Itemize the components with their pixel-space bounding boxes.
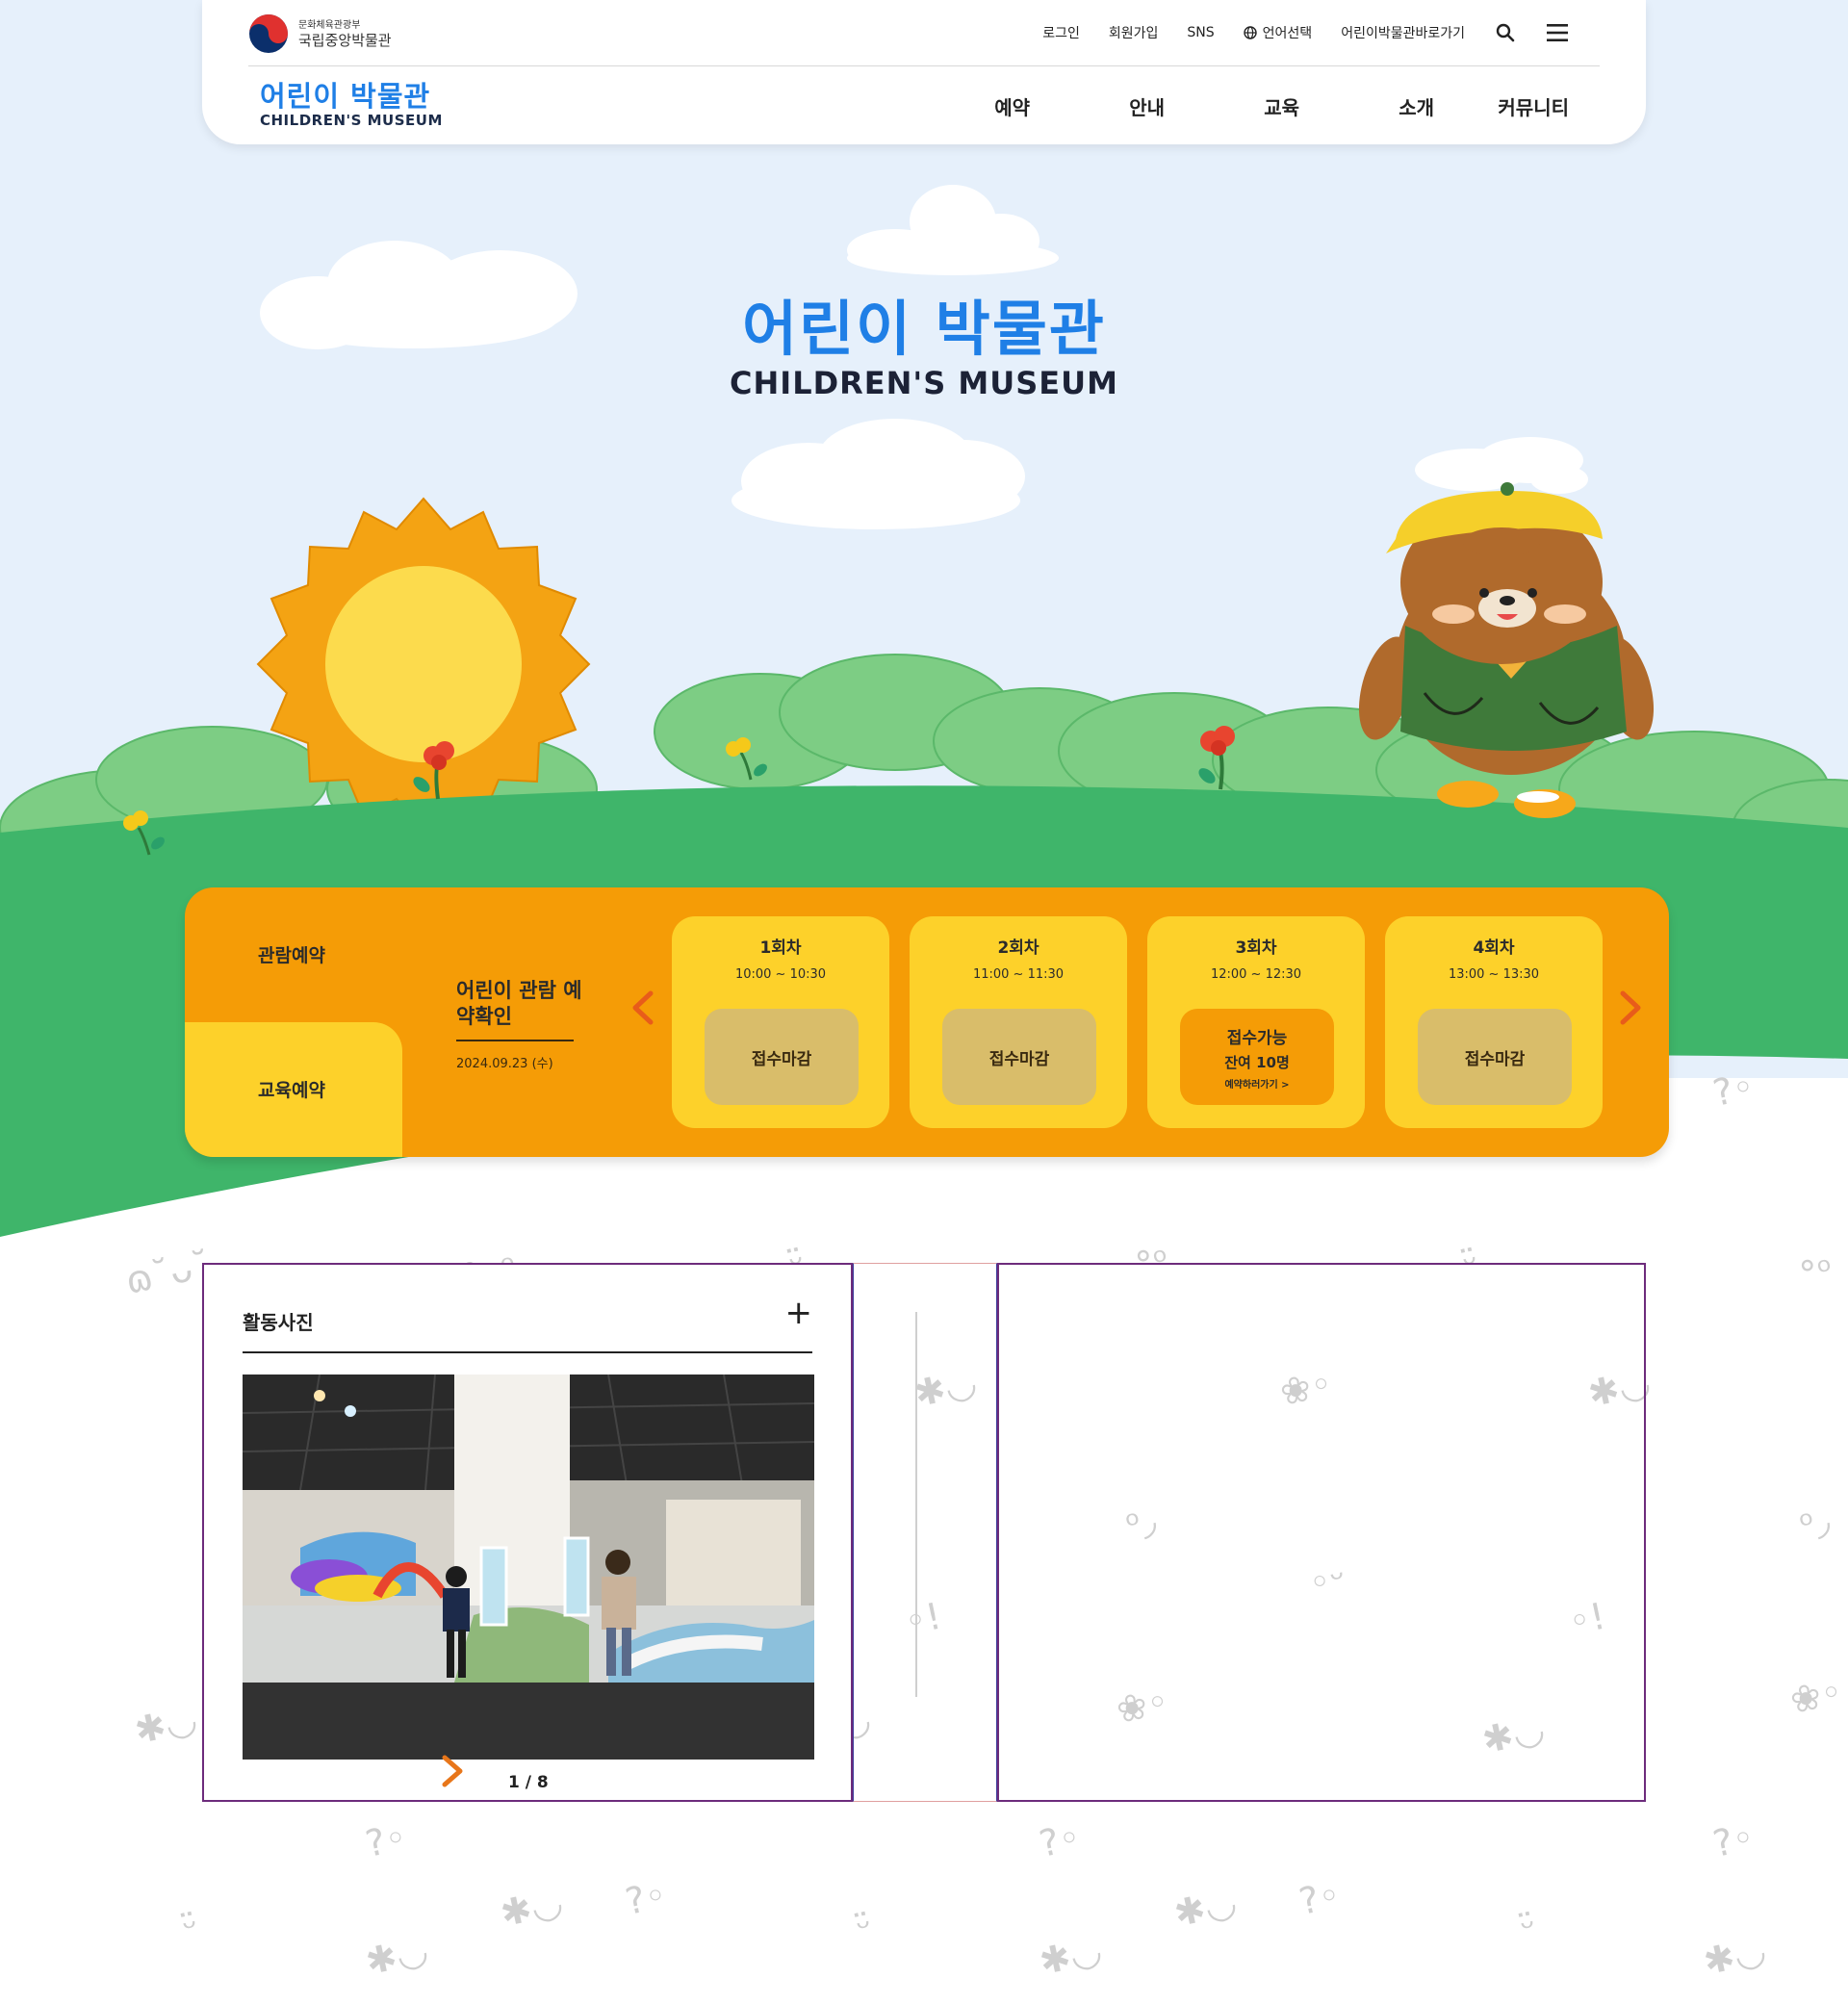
session-time: 11:00 ~ 11:30	[972, 967, 1065, 982]
main-nav: 예약 안내 교육 소개 커뮤니티	[895, 92, 1569, 120]
session-card: 3회차 12:00 ~ 12:30 접수가능 잔여 10명 예약하러가기 >	[1147, 916, 1365, 1128]
hero-title-korean: 어린이 박물관	[742, 294, 1106, 364]
right-panel	[997, 1263, 1646, 1802]
site-header: 문화체육관광부 국립중앙박물관 로그인 회원가입 SNS 언어선택 어린이박물관…	[202, 0, 1646, 144]
activity-photos-card: 활동사진 + 1 / 8	[202, 1263, 853, 1802]
chevron-right-icon[interactable]	[441, 1752, 466, 1790]
reserve-link: 예약하러가기 >	[1224, 1079, 1290, 1091]
reservation-date: 2024.09.23 (수)	[456, 1057, 553, 1071]
menu-icon[interactable]	[1546, 21, 1569, 44]
photos-heading: 활동사진	[243, 1311, 314, 1334]
nav-reservation[interactable]: 예약	[895, 92, 1030, 120]
tab-education-reservation[interactable]: 교육예약	[185, 1022, 402, 1157]
session-time: 12:00 ~ 12:30	[1210, 967, 1302, 982]
tab-view-reservation[interactable]: 관람예약	[185, 887, 402, 1022]
gov-logo[interactable]: 문화체육관광부 국립중앙박물관	[248, 13, 392, 54]
login-link[interactable]: 로그인	[1042, 23, 1080, 42]
photo-pager: 1 / 8	[508, 1773, 549, 1792]
children-museum-shortcut[interactable]: 어린이박물관바로가기	[1341, 23, 1465, 42]
language-label: 언어선택	[1262, 26, 1313, 41]
middle-panel	[853, 1263, 997, 1802]
session-name: 2회차	[997, 938, 1040, 958]
search-icon[interactable]	[1494, 21, 1517, 44]
signup-link[interactable]: 회원가입	[1109, 23, 1159, 42]
session-card: 1회차 10:00 ~ 10:30 접수마감	[672, 916, 889, 1128]
remaining-count: 잔여 10명	[1224, 1053, 1290, 1071]
session-time: 13:00 ~ 13:30	[1448, 967, 1540, 982]
reservation-panel: 관람예약 교육예약 어린이 관람 예약확인 2024.09.23 (수) 1회차…	[185, 887, 1669, 1157]
status-closed-button[interactable]: 접수마감	[1418, 1009, 1572, 1105]
nav-about[interactable]: 소개	[1299, 92, 1434, 120]
session-card: 4회차 13:00 ~ 13:30 접수마감	[1385, 916, 1603, 1128]
status-label: 접수가능	[1226, 1028, 1288, 1048]
session-card: 2회차 11:00 ~ 11:30 접수마감	[910, 916, 1127, 1128]
reserve-available-button[interactable]: 접수가능 잔여 10명 예약하러가기 >	[1180, 1009, 1334, 1105]
more-plus-icon[interactable]: +	[785, 1294, 813, 1332]
status-closed-button[interactable]: 접수마감	[942, 1009, 1096, 1105]
sns-link[interactable]: SNS	[1187, 25, 1214, 40]
children-museum-logo[interactable]: 어린이 박물관 CHILDREN'S MUSEUM	[260, 81, 443, 129]
globe-icon	[1243, 26, 1257, 39]
museum-name: 국립중앙박물관	[298, 31, 392, 49]
header-divider	[248, 65, 1600, 66]
logo-english: CHILDREN'S MUSEUM	[260, 112, 443, 129]
gov-text: 문화체육관광부 국립중앙박물관	[298, 19, 392, 49]
tab-view-label: 관람예약	[258, 945, 325, 966]
taeguk-emblem-icon	[249, 14, 288, 53]
hero-title: 어린이 박물관 CHILDREN'S MUSEUM	[0, 295, 1848, 402]
title-underline	[456, 1040, 574, 1041]
session-name: 4회차	[1473, 938, 1515, 958]
nav-community[interactable]: 커뮤니티	[1434, 92, 1569, 120]
ministry-name: 문화체육관광부	[298, 19, 361, 31]
language-select[interactable]: 언어선택	[1243, 23, 1313, 42]
tab-edu-label: 교육예약	[258, 1080, 325, 1101]
logo-korean: 어린이 박물관	[260, 80, 431, 113]
heading-underline	[243, 1351, 812, 1353]
chevron-right-icon[interactable]	[1617, 984, 1646, 1032]
museum-interior-photo	[243, 1375, 814, 1760]
photo-slide[interactable]	[243, 1375, 814, 1760]
nav-guide[interactable]: 안내	[1030, 92, 1165, 120]
utility-links: 로그인 회원가입 SNS 언어선택 어린이박물관바로가기	[1042, 21, 1569, 44]
nav-education[interactable]: 교육	[1165, 92, 1299, 120]
status-closed-button[interactable]: 접수마감	[705, 1009, 859, 1105]
hero-title-english: CHILDREN'S MUSEUM	[730, 365, 1118, 401]
session-name: 1회차	[759, 938, 802, 958]
reservation-check-title[interactable]: 어린이 관람 예약확인	[456, 978, 591, 1030]
chevron-left-icon[interactable]	[628, 984, 656, 1032]
session-time: 10:00 ~ 10:30	[734, 967, 827, 982]
vertical-divider	[915, 1312, 917, 1697]
session-name: 3회차	[1235, 938, 1277, 958]
